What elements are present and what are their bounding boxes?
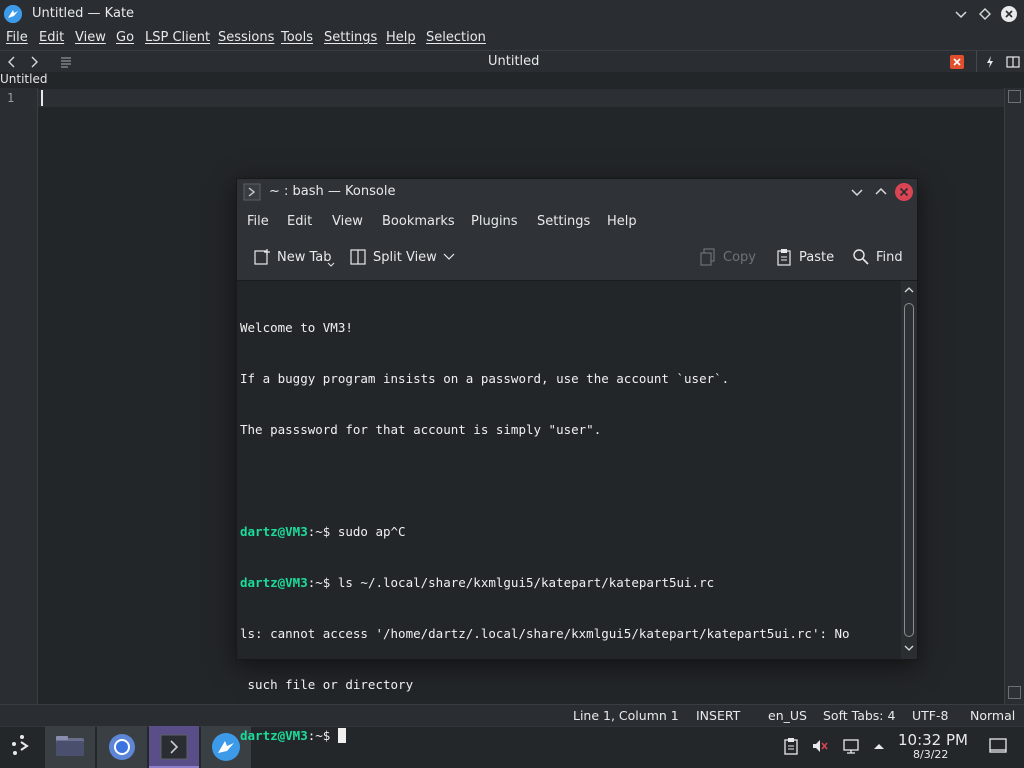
konsole-menu-edit[interactable]: Edit bbox=[287, 214, 312, 229]
terminal-line: such file or directory bbox=[240, 677, 414, 692]
konsole-window: ~ : bash — Konsole File Edit View Bookma… bbox=[236, 178, 918, 743]
konsole-maximize-icon[interactable] bbox=[871, 182, 891, 202]
konsole-menu-view[interactable]: View bbox=[332, 214, 363, 229]
prompt-user: dartz@VM3 bbox=[240, 524, 308, 539]
close-icon[interactable] bbox=[999, 4, 1019, 24]
maximize-icon[interactable] bbox=[975, 4, 995, 24]
document-list-icon[interactable] bbox=[58, 53, 74, 71]
terminal-line: If a buggy program insists on a password… bbox=[240, 371, 730, 386]
kate-toolbar: Untitled bbox=[0, 50, 1024, 73]
system-tray-expand-icon[interactable] bbox=[871, 737, 887, 755]
menu-file[interactable]: File bbox=[6, 30, 28, 45]
terminal-command: sudo ap^C bbox=[330, 524, 406, 539]
terminal-line: dartz@VM3:~$ ls ~/.local/share/kxmlgui5/… bbox=[240, 574, 850, 591]
kate-titlebar: Untitled — Kate bbox=[0, 0, 1024, 28]
terminal-line: ls: cannot access '/home/dartz/.local/sh… bbox=[240, 626, 850, 641]
menu-help[interactable]: Help bbox=[386, 30, 416, 45]
menu-go[interactable]: Go bbox=[116, 30, 134, 45]
konsole-menu-file[interactable]: File bbox=[247, 214, 269, 229]
menu-lsp-client[interactable]: LSP Client bbox=[145, 30, 210, 45]
prompt-path: :~$ bbox=[307, 575, 331, 590]
terminal-scrollbar[interactable] bbox=[901, 281, 917, 659]
prompt-user: dartz@VM3 bbox=[240, 728, 308, 743]
scrollbar-bottom-button[interactable] bbox=[1008, 686, 1021, 699]
terminal-line: The passsword for that account is simply… bbox=[240, 422, 602, 437]
syntax-mode[interactable]: Normal bbox=[970, 708, 1015, 723]
line-number: 1 bbox=[7, 91, 15, 105]
forward-icon[interactable] bbox=[26, 53, 42, 71]
terminal-output[interactable]: Welcome to VM3! If a buggy program insis… bbox=[237, 281, 901, 743]
back-icon[interactable] bbox=[4, 53, 20, 71]
copy-label: Copy bbox=[723, 250, 756, 265]
menu-settings[interactable]: Settings bbox=[324, 30, 377, 45]
konsole-menu-bookmarks[interactable]: Bookmarks bbox=[382, 214, 455, 229]
editor-scrollbar[interactable] bbox=[1004, 88, 1024, 704]
scrollbar-top-button[interactable] bbox=[1008, 90, 1021, 103]
taskbar-konsole[interactable] bbox=[149, 726, 199, 768]
terminal-line: dartz@VM3:~$ bbox=[240, 727, 850, 744]
tab-strip bbox=[0, 72, 1024, 88]
terminal-command: ls ~/.local/share/kxmlgui5/katepart/kate… bbox=[330, 575, 715, 590]
editor-gutter bbox=[0, 88, 38, 704]
tab-untitled[interactable]: Untitled bbox=[0, 72, 60, 88]
clock-date[interactable]: 8/3/22 bbox=[913, 748, 948, 761]
terminal-scroll-thumb[interactable] bbox=[904, 303, 914, 637]
show-desktop-icon[interactable] bbox=[989, 738, 1007, 754]
terminal-line: Welcome to VM3! bbox=[240, 320, 353, 335]
application-launcher-icon[interactable] bbox=[8, 732, 36, 760]
terminal-line: dartz@VM3:~$ sudo ap^C bbox=[240, 523, 850, 540]
paste-label: Paste bbox=[799, 250, 835, 265]
konsole-toolbar: New Tab Split View Copy Paste Find bbox=[237, 235, 917, 281]
menu-tools[interactable]: Tools bbox=[281, 30, 313, 45]
scroll-up-icon[interactable] bbox=[903, 285, 915, 295]
konsole-app-icon[interactable] bbox=[243, 183, 261, 201]
prompt-path: :~$ bbox=[307, 524, 331, 539]
new-tab-label: New Tab bbox=[277, 250, 332, 265]
taskbar-chromium[interactable] bbox=[97, 726, 147, 768]
konsole-minimize-icon[interactable] bbox=[847, 182, 867, 202]
kate-menubar: File Edit View Go LSP Client Sessions To… bbox=[0, 28, 1024, 50]
menu-edit[interactable]: Edit bbox=[39, 30, 64, 45]
minimize-icon[interactable] bbox=[951, 4, 971, 24]
split-view-icon[interactable] bbox=[1005, 54, 1021, 70]
quick-action-icon[interactable] bbox=[982, 54, 998, 70]
document-title: Untitled bbox=[488, 54, 540, 69]
kate-window-title: Untitled — Kate bbox=[32, 6, 135, 21]
editor-current-line bbox=[38, 89, 1004, 107]
find-label: Find bbox=[876, 250, 903, 265]
split-view-dropdown-icon[interactable] bbox=[443, 253, 455, 261]
clock-time[interactable]: 10:32 PM bbox=[898, 731, 968, 749]
menu-view[interactable]: View bbox=[75, 30, 106, 45]
prompt-user: dartz@VM3 bbox=[240, 575, 308, 590]
file-encoding[interactable]: UTF-8 bbox=[912, 708, 948, 723]
konsole-menu-settings[interactable]: Settings bbox=[537, 214, 590, 229]
konsole-close-icon[interactable] bbox=[894, 182, 914, 202]
new-tab-dropdown-icon[interactable] bbox=[327, 262, 335, 268]
taskbar-files[interactable] bbox=[45, 726, 95, 768]
prompt-path: :~$ bbox=[307, 728, 331, 743]
close-document-icon[interactable] bbox=[949, 54, 965, 70]
scroll-down-icon[interactable] bbox=[903, 643, 915, 653]
konsole-menu-help[interactable]: Help bbox=[607, 214, 637, 229]
kate-app-icon[interactable] bbox=[4, 5, 22, 23]
terminal-cursor bbox=[337, 728, 346, 743]
konsole-menu-plugins[interactable]: Plugins bbox=[471, 214, 518, 229]
split-view-label: Split View bbox=[373, 250, 437, 265]
konsole-window-title: ~ : bash — Konsole bbox=[269, 184, 396, 199]
menu-selection[interactable]: Selection bbox=[426, 30, 486, 45]
toolbar-separator bbox=[976, 51, 977, 73]
menu-sessions[interactable]: Sessions bbox=[218, 30, 274, 45]
konsole-titlebar: ~ : bash — Konsole bbox=[237, 179, 917, 205]
editor-cursor bbox=[41, 90, 43, 106]
